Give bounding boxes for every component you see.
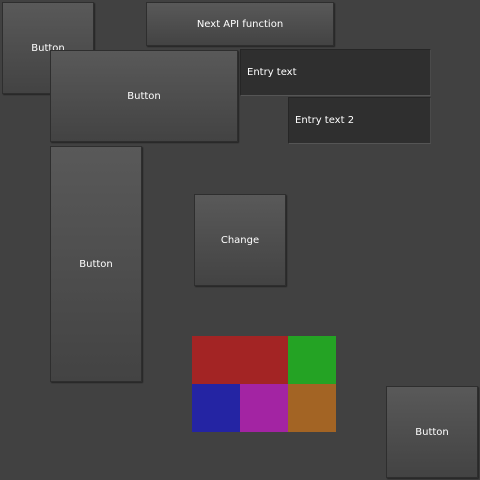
entry-field-2[interactable]: Entry text 2 (288, 97, 431, 144)
entry-field-1[interactable]: Entry text (240, 49, 431, 96)
color-swatch-blue (192, 384, 240, 432)
color-swatch-red-1 (192, 336, 240, 384)
next-api-function-label: Next API function (196, 18, 284, 30)
color-swatch-magenta (240, 384, 288, 432)
button-bottom-right[interactable]: Button (386, 386, 478, 478)
color-swatch-orange (288, 384, 336, 432)
color-grid (192, 336, 336, 432)
change-button-label: Change (220, 234, 260, 246)
button-tall-label: Button (79, 258, 113, 270)
color-swatch-green (288, 336, 336, 384)
button-wide[interactable]: Button (50, 50, 238, 142)
change-button[interactable]: Change (194, 194, 286, 286)
button-bottom-right-label: Button (415, 426, 449, 438)
color-swatch-red-2 (240, 336, 288, 384)
next-api-function-button[interactable]: Next API function (146, 2, 334, 46)
entry-field-1-text: Entry text (247, 67, 297, 78)
entry-field-2-text: Entry text 2 (295, 115, 355, 126)
button-wide-label: Button (127, 90, 161, 102)
button-tall[interactable]: Button (50, 146, 142, 382)
